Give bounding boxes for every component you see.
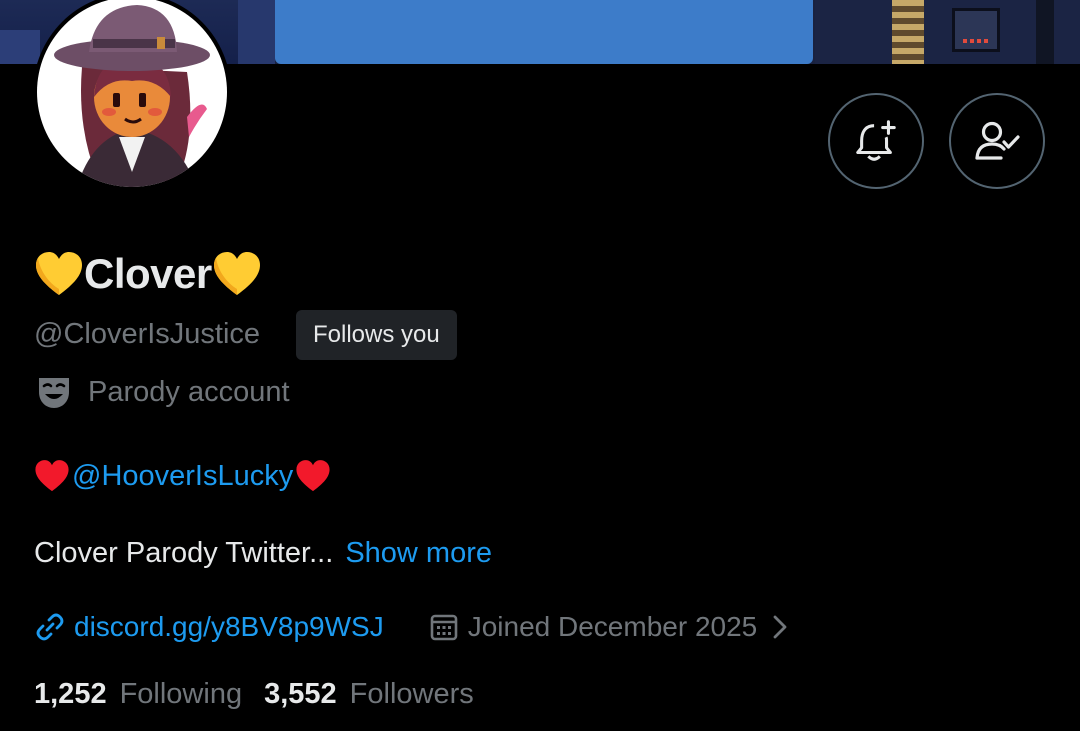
red-heart-icon [35, 460, 69, 492]
bio-mention-link[interactable]: @HooverIsLucky [72, 460, 293, 493]
followers-label: Followers [349, 678, 474, 710]
bell-plus-icon [856, 120, 896, 161]
joined-date[interactable]: Joined December 2025 [429, 611, 799, 643]
bio-text-content: Clover Parody Twitter... [34, 537, 334, 569]
yellow-heart-icon [213, 252, 260, 295]
joined-date-text: Joined December 2025 [467, 611, 758, 642]
red-heart-icon [296, 460, 330, 492]
follow-stats: 1,252 Following 3,552 Followers [34, 678, 474, 711]
show-more-link[interactable]: Show more [345, 537, 492, 569]
notification-bell-button[interactable] [828, 93, 924, 189]
display-name-text: Clover [84, 250, 212, 297]
yellow-heart-icon [36, 252, 82, 295]
user-handle: @CloverIsJustice [34, 318, 261, 350]
banner-post [1036, 0, 1054, 64]
link-icon [36, 613, 64, 641]
parody-account-label[interactable]: Parody account [36, 374, 290, 410]
followers-count: 3,552 [264, 678, 337, 710]
theater-mask-icon [39, 378, 69, 408]
bio-mention-line: @HooverIsLucky [34, 459, 331, 493]
banner-tile [0, 30, 40, 64]
avatar-illustration [54, 5, 210, 187]
website-link[interactable]: discord.gg/y8BV8p9WSJ [34, 611, 384, 643]
follows-you-badge: Follows you [296, 310, 457, 360]
profile-avatar[interactable] [33, 0, 231, 191]
banner-strip [892, 0, 924, 64]
person-check-icon [975, 121, 1020, 160]
calendar-icon [430, 614, 458, 641]
following-status-button[interactable] [949, 93, 1045, 189]
banner-sky [275, 0, 813, 64]
parody-label-text: Parody account [88, 375, 290, 408]
banner-machine [952, 8, 1000, 52]
banner-tile [238, 0, 275, 64]
following-stat[interactable]: 1,252 Following [34, 678, 242, 711]
following-label: Following [119, 678, 243, 710]
following-count: 1,252 [34, 678, 107, 710]
followers-stat[interactable]: 3,552 Followers [264, 678, 474, 711]
website-link-text: discord.gg/y8BV8p9WSJ [74, 611, 384, 642]
profile-meta-row: discord.gg/y8BV8p9WSJ Joined December 20… [34, 606, 798, 648]
chevron-right-icon [771, 614, 798, 640]
display-name: Clover [34, 246, 262, 302]
bio-text: Clover Parody Twitter... Show more [34, 537, 492, 570]
